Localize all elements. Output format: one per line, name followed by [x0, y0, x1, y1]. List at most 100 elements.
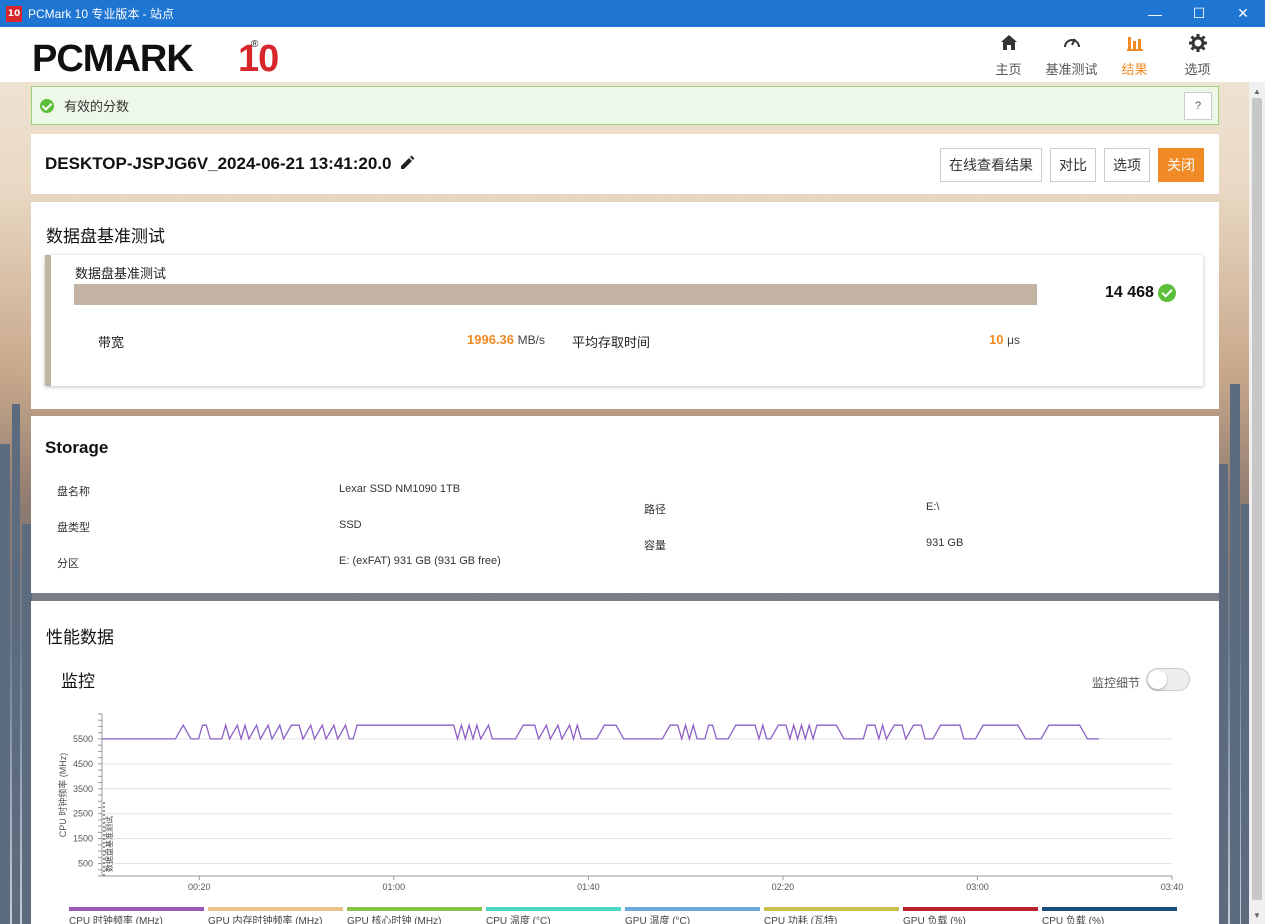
legend-label: GPU 内存时钟频率 (MHz) [208, 916, 323, 924]
bandwidth-value: 1996.36 MB/s [467, 332, 545, 347]
legend-label: GPU 负载 (%) [903, 916, 966, 924]
legend-item[interactable]: CPU 负载 (%) [1042, 907, 1181, 924]
bandwidth-number: 1996.36 [467, 332, 514, 347]
x-tick-label: 01:40 [577, 882, 600, 892]
y-tick-label: 2500 [73, 809, 93, 819]
capacity-value: 931 GB [926, 537, 964, 549]
background-skyline-right [1219, 300, 1249, 924]
legend-swatch [208, 907, 343, 911]
legend-item[interactable]: CPU 功耗 (瓦特) [764, 907, 903, 924]
x-tick-label: 00:20 [188, 882, 211, 892]
storage-title: Storage [45, 438, 109, 457]
y-tick-label: 1500 [73, 834, 93, 844]
legend-swatch [347, 907, 482, 911]
performance-title: 性能数据 [46, 628, 114, 647]
legend-swatch [903, 907, 1038, 911]
path-label: 路径 [644, 504, 666, 516]
logo-text: PCMARK [32, 38, 194, 77]
y-tick-label: 3500 [73, 784, 93, 794]
nav-home-label: 主页 [995, 62, 1022, 77]
legend-item[interactable]: GPU 内存时钟频率 (MHz) [208, 907, 347, 924]
monitor-chart: 500 1500 2500 3500 4500 5500 00:20 01:00 01:40 02… [57, 713, 1183, 892]
storage-section: Storage 盘名称 Lexar SSD NM1090 1TB 盘类型 SSD… [31, 416, 1219, 593]
performance-section: 性能数据 监控 监控细节 500 1500 2500 3500 4500 5500 00:2… [31, 601, 1219, 924]
monitor-title: 监控 [61, 672, 95, 691]
maximize-button[interactable]: ☐ [1177, 0, 1221, 27]
legend-label: CPU 负载 (%) [1042, 916, 1105, 924]
scroll-down-arrow-icon[interactable]: ▼ [1249, 908, 1265, 922]
benchmark-score-value: 14 468 [1105, 284, 1154, 301]
legend-label: CPU 时钟频率 (MHz) [69, 916, 163, 924]
legend-item[interactable]: GPU 负载 (%) [903, 907, 1042, 924]
nav-options-label: 选项 [1184, 62, 1211, 77]
toggle-knob[interactable] [1148, 670, 1167, 689]
disk-name-label: 盘名称 [57, 486, 90, 498]
y-tick-label: 4500 [73, 759, 93, 769]
legend-item[interactable]: GPU 核心时钟 (MHz) [347, 907, 486, 924]
monitor-detail-toggle[interactable] [1146, 668, 1190, 691]
valid-score-banner: 有效的分数 ? [31, 86, 1219, 125]
nav-results[interactable]: 结果 [1103, 33, 1166, 78]
legend-swatch [486, 907, 621, 911]
window-title-bar: 10 PCMark 10 专业版本 - 站点 — ☐ ✕ [0, 0, 1265, 27]
bandwidth-unit: MB/s [517, 333, 545, 347]
partition-label: 分区 [57, 558, 79, 570]
legend-item[interactable]: GPU 温度 (°C) [625, 907, 764, 924]
valid-score-text: 有效的分数 [64, 99, 130, 114]
result-header: DESKTOP-JSPJG6V_2024-06-21 13:41:20.0 在线… [31, 134, 1219, 194]
benchmark-card: 数据盘基准测试 14 468 带宽 1996.36 MB/s 平均存取时间 10… [45, 255, 1203, 386]
background-skyline-left [0, 300, 32, 924]
compare-button[interactable]: 对比 [1050, 148, 1096, 182]
access-time-unit: μs [1007, 333, 1021, 347]
benchmark-section-title: 数据盘基准测试 [46, 227, 165, 246]
result-actions: 在线查看结果 对比 选项 关闭 [940, 148, 1204, 182]
close-result-button[interactable]: 关闭 [1158, 148, 1204, 182]
nav-benchmarks-label: 基准测试 [1045, 62, 1098, 77]
benchmark-marker-label: 数据盘基准测试 [104, 816, 114, 872]
scroll-thumb[interactable] [1252, 98, 1262, 900]
gauge-icon [1063, 38, 1080, 48]
legend-swatch [1042, 907, 1177, 911]
cpu-clock-series-line [102, 722, 1099, 742]
disk-type-label: 盘类型 [57, 522, 90, 534]
help-button[interactable]: ? [1184, 92, 1212, 120]
benchmark-score-bar [74, 284, 1037, 305]
edit-pencil-icon[interactable] [399, 155, 415, 171]
pcmark-logo: PCMARK 10 ® [32, 37, 307, 77]
access-time-value: 10 μs [989, 332, 1020, 347]
legend-label: GPU 核心时钟 (MHz) [347, 916, 442, 924]
check-circle-icon [40, 98, 54, 113]
legend-swatch [625, 907, 760, 911]
path-value: E:\ [926, 501, 940, 513]
app-icon: 10 [6, 5, 22, 22]
legend-item[interactable]: CPU 温度 (°C) [486, 907, 625, 924]
nav-options[interactable]: 选项 [1166, 33, 1229, 78]
options-button[interactable]: 选项 [1104, 148, 1150, 182]
app-header: PCMARK 10 ® 主页 基准测试 结果 选项 [0, 27, 1265, 82]
nav-benchmarks[interactable]: 基准测试 [1040, 33, 1103, 78]
check-circle-icon [1157, 284, 1176, 302]
nav-results-label: 结果 [1121, 62, 1148, 77]
x-tick-label: 01:00 [383, 882, 406, 892]
benchmark-section: 数据盘基准测试 数据盘基准测试 14 468 带宽 1996.36 MB/s 平… [31, 202, 1219, 409]
legend-label: GPU 温度 (°C) [625, 916, 691, 924]
legend-item[interactable]: CPU 时钟频率 (MHz) [69, 907, 208, 924]
minimize-button[interactable]: — [1133, 0, 1177, 27]
vertical-scrollbar[interactable]: ▲ ▼ [1249, 82, 1265, 924]
disk-name-value: Lexar SSD NM1090 1TB [339, 483, 461, 495]
legend-label: CPU 功耗 (瓦特) [764, 916, 838, 924]
bandwidth-label: 带宽 [98, 335, 125, 350]
nav-home[interactable]: 主页 [977, 33, 1040, 78]
benchmark-card-title: 数据盘基准测试 [75, 266, 167, 281]
home-icon [1000, 35, 1017, 50]
legend-swatch [69, 907, 204, 911]
window-controls: — ☐ ✕ [1133, 0, 1265, 27]
y-axis-label: CPU 时钟频率 (MHz) [57, 753, 68, 838]
scroll-up-arrow-icon[interactable]: ▲ [1249, 84, 1265, 98]
x-tick-label: 02:20 [772, 882, 795, 892]
main-nav: 主页 基准测试 结果 选项 [977, 33, 1229, 78]
close-window-button[interactable]: ✕ [1221, 0, 1265, 27]
view-online-button[interactable]: 在线查看结果 [940, 148, 1042, 182]
result-title: DESKTOP-JSPJG6V_2024-06-21 13:41:20.0 [45, 154, 392, 173]
disk-type-value: SSD [339, 519, 362, 531]
